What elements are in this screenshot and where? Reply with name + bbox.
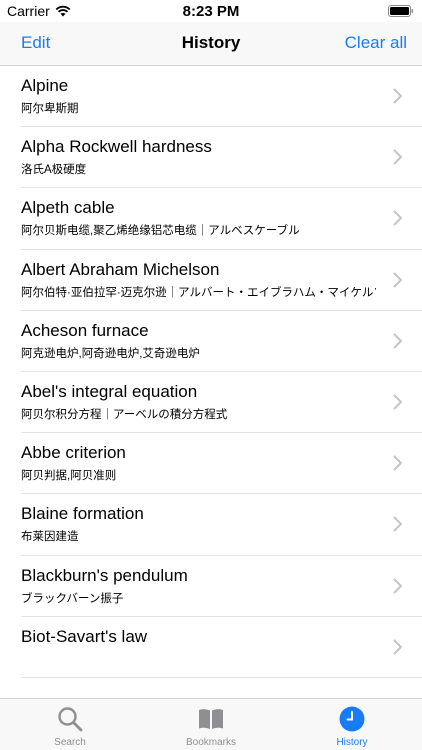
history-row[interactable]: Abbe criterion 阿贝判据,阿贝准则 bbox=[21, 433, 422, 495]
chevron-right-icon bbox=[393, 516, 402, 533]
tab-history[interactable]: History bbox=[282, 699, 422, 750]
history-row-subtitle: 阿尔卑斯期 bbox=[21, 103, 79, 115]
chevron-right-icon bbox=[393, 149, 402, 165]
history-row-title: Blaine formation bbox=[21, 504, 144, 524]
history-row[interactable]: Alpeth cable 阿尔贝斯电缆,聚乙烯绝缘铝芯电缆｜アルベスケーブル bbox=[21, 188, 422, 250]
history-row-subtitle: 阿尔贝斯电缆,聚乙烯绝缘铝芯电缆｜アルベスケーブル bbox=[21, 225, 300, 238]
history-row-subtitle: 布莱因建造 bbox=[21, 531, 79, 544]
chevron-right-icon bbox=[393, 394, 402, 410]
history-row[interactable]: Alpha Rockwell hardness 洛氏A极硬度 bbox=[21, 127, 422, 189]
history-row-title: Abbe criterion bbox=[21, 443, 126, 463]
history-row[interactable]: Blaine formation 布莱因建造 bbox=[21, 494, 422, 556]
chevron-right-icon bbox=[393, 88, 402, 104]
chevron-right-icon bbox=[393, 455, 402, 471]
chevron-right-icon bbox=[393, 333, 402, 349]
chevron-right-icon bbox=[393, 638, 402, 655]
status-time: 8:23 PM bbox=[182, 3, 240, 20]
clock-icon bbox=[339, 706, 365, 732]
tab-bookmarks-label: Bookmarks bbox=[185, 737, 236, 748]
tab-history-label: History bbox=[336, 737, 368, 748]
history-row-subtitle: 阿尔伯特·亚伯拉罕·迈克尔逊｜アルバート・エイブラハム・マイケルソン bbox=[21, 286, 376, 299]
history-row-title: Alpine bbox=[21, 76, 69, 95]
history-row-subtitle: 阿克逊电炉,阿奇逊电炉,艾奇逊电炉 bbox=[21, 347, 200, 360]
history-row[interactable]: Abel's integral equation 阿贝尔积分方程｜アーベルの積分… bbox=[21, 372, 422, 434]
navigation-bar: Edit History Clear all bbox=[0, 22, 422, 66]
history-row-title: Blackburn's pendulum bbox=[21, 565, 188, 585]
tab-search[interactable]: Search bbox=[0, 699, 140, 750]
history-row-title: Biot-Savart's law bbox=[21, 626, 148, 646]
history-list: Alpine 阿尔卑斯期 Alpha Rockwell hardness 洛氏A… bbox=[0, 66, 422, 698]
battery-icon bbox=[388, 5, 414, 17]
history-row[interactable]: Biot-Savart's law bbox=[21, 617, 422, 678]
history-row[interactable]: Albert Abraham Michelson 阿尔伯特·亚伯拉罕·迈克尔逊｜… bbox=[21, 250, 422, 311]
history-row-title: Acheson furnace bbox=[21, 320, 149, 340]
search-icon bbox=[58, 707, 83, 732]
history-row-title: Alpha Rockwell hardness bbox=[21, 137, 212, 157]
history-row-title: Alpeth cable bbox=[21, 198, 115, 218]
history-row-title: Abel's integral equation bbox=[21, 381, 198, 401]
history-row-subtitle: 阿贝判据,阿贝准则 bbox=[21, 470, 117, 483]
chevron-right-icon bbox=[393, 577, 402, 594]
history-row[interactable]: Alpine 阿尔卑斯期 bbox=[21, 66, 422, 128]
status-bar: Carrier 8:23 PM bbox=[0, 0, 422, 22]
tab-search-label: Search bbox=[54, 737, 86, 748]
history-row-subtitle: ブラックバーン振子 bbox=[21, 592, 124, 605]
chevron-right-icon bbox=[393, 210, 402, 227]
history-row-title: Albert Abraham Michelson bbox=[21, 259, 220, 279]
history-row-subtitle: 阿贝尔积分方程｜アーベルの積分方程式 bbox=[21, 408, 228, 421]
bookmarks-icon bbox=[199, 709, 223, 729]
history-row[interactable]: Blackburn's pendulum ブラックバーン振子 bbox=[21, 556, 422, 617]
history-row-subtitle: 洛氏A极硬度 bbox=[21, 164, 87, 177]
chevron-right-icon bbox=[393, 271, 402, 288]
clear-all-button[interactable]: Clear all bbox=[345, 33, 407, 53]
history-row[interactable]: Acheson furnace 阿克逊电炉,阿奇逊电炉,艾奇逊电炉 bbox=[21, 311, 422, 372]
tab-bar: Search Bookmarks History bbox=[0, 698, 422, 750]
tab-bookmarks[interactable]: Bookmarks bbox=[141, 699, 281, 750]
